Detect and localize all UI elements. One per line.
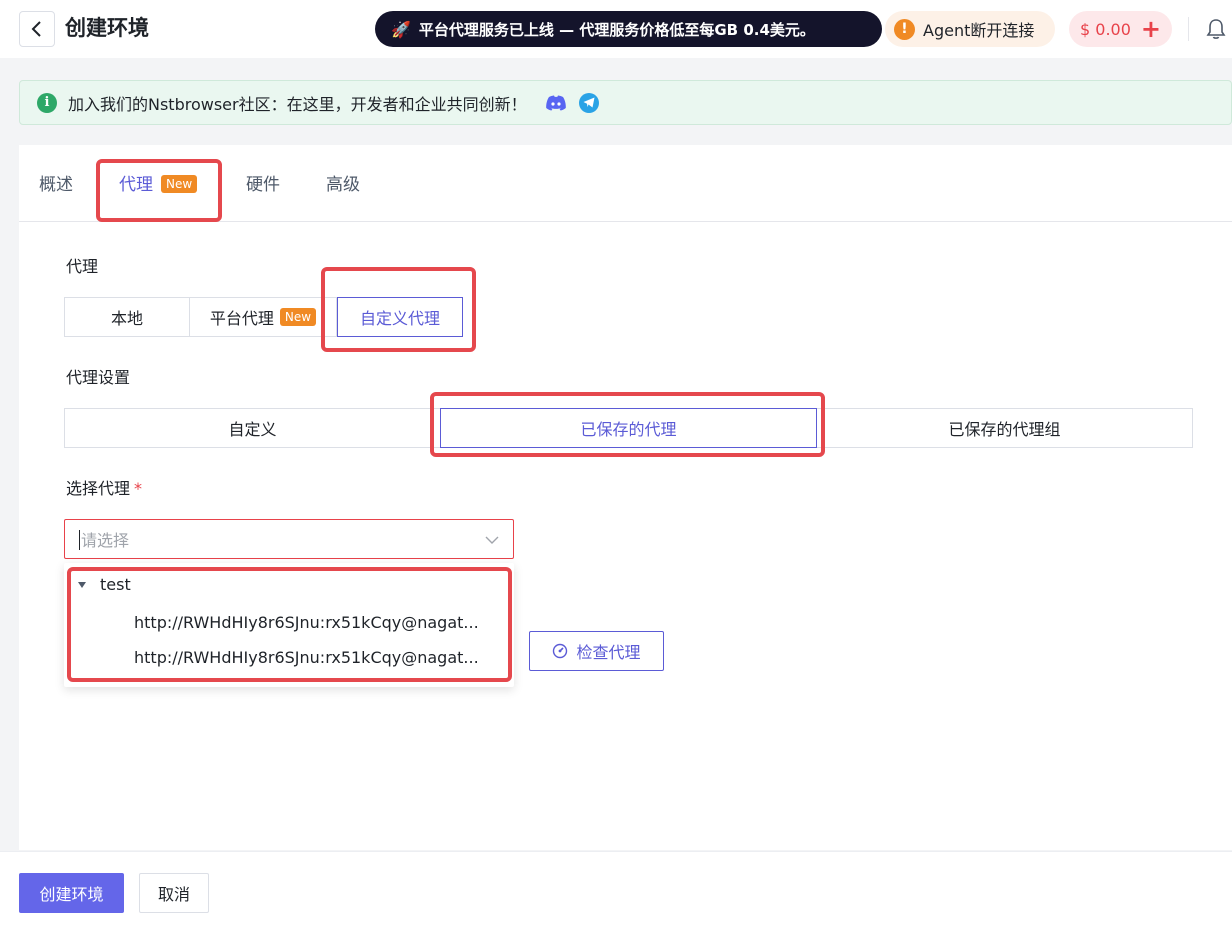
proxy-dropdown: test http://RWHdHIy8r6SJnu:rx51kCqy@naga… bbox=[64, 563, 514, 687]
balance-amount: $ 0.00 bbox=[1080, 19, 1131, 39]
warning-icon: ! bbox=[894, 18, 915, 40]
tree-group-test[interactable]: test bbox=[78, 575, 131, 594]
back-button[interactable] bbox=[19, 11, 55, 47]
proxy-type-platform[interactable]: 平台代理 New bbox=[189, 297, 337, 337]
agent-status-text: Agent断开连接 bbox=[923, 21, 1035, 40]
proxy-settings-label: 代理设置 bbox=[66, 368, 131, 387]
tree-group-label: test bbox=[100, 575, 131, 594]
tab-label: 高级 bbox=[326, 175, 360, 195]
tab-overview[interactable]: 概述 bbox=[39, 173, 73, 197]
promo-banner[interactable]: 🚀 平台代理服务已上线 — 代理服务价格低至每GB 0.4美元。 bbox=[375, 11, 882, 47]
telegram-icon[interactable] bbox=[578, 92, 599, 113]
setting-saved-proxy-group[interactable]: 已保存的代理组 bbox=[816, 408, 1193, 448]
top-header: 创建环境 🚀 平台代理服务已上线 — 代理服务价格低至每GB 0.4美元。 ! … bbox=[0, 0, 1232, 58]
paper-plane-icon bbox=[583, 97, 595, 108]
select-proxy-input[interactable]: 请选择 bbox=[64, 519, 514, 559]
option-label: 自定义 bbox=[228, 420, 277, 439]
check-proxy-label: 检查代理 bbox=[576, 643, 641, 662]
tab-bar: 概述 代理 New 硬件 高级 bbox=[19, 145, 1232, 222]
community-notice: i 加入我们的Nstbrowser社区：在这里，开发者和企业共同创新！ bbox=[19, 80, 1232, 125]
proxy-type-local[interactable]: 本地 bbox=[64, 297, 190, 337]
cancel-button[interactable]: 取消 bbox=[139, 873, 209, 913]
tab-proxy[interactable]: 代理 New bbox=[119, 173, 198, 197]
discord-icon[interactable] bbox=[545, 94, 567, 112]
option-label: 平台代理 bbox=[209, 309, 274, 328]
proxy-type-group: 本地 平台代理 New 自定义代理 bbox=[64, 297, 463, 337]
select-proxy-label-text: 选择代理 bbox=[66, 479, 131, 498]
proxy-section-label: 代理 bbox=[66, 257, 99, 276]
tab-label: 代理 bbox=[119, 175, 153, 195]
option-label: 本地 bbox=[110, 309, 143, 328]
tab-advanced[interactable]: 高级 bbox=[326, 173, 360, 197]
chevron-left-icon bbox=[31, 21, 41, 37]
option-label: 已保存的代理 bbox=[580, 420, 677, 439]
proxy-type-custom[interactable]: 自定义代理 bbox=[337, 297, 463, 337]
bell-icon[interactable] bbox=[1205, 18, 1227, 40]
required-mark: * bbox=[134, 479, 143, 498]
proxy-option[interactable]: http://RWHdHIy8r6SJnu:rx51kCqy@nagat... bbox=[134, 648, 504, 667]
header-divider bbox=[1188, 17, 1189, 41]
proxy-option[interactable]: http://RWHdHIy8r6SJnu:rx51kCqy@nagat... bbox=[134, 613, 504, 632]
proxy-settings-group: 自定义 已保存的代理 已保存的代理组 bbox=[64, 408, 1193, 448]
balance-badge[interactable]: $ 0.00 + bbox=[1069, 11, 1172, 47]
promo-text: 平台代理服务已上线 — 代理服务价格低至每GB 0.4美元。 bbox=[418, 20, 815, 39]
tab-label: 概述 bbox=[39, 175, 73, 195]
new-badge: New bbox=[161, 175, 198, 193]
caret-down-icon[interactable] bbox=[78, 581, 86, 588]
page-title: 创建环境 bbox=[65, 16, 149, 40]
footer-bar: 创建环境 取消 bbox=[0, 851, 1232, 930]
rocket-icon: 🚀 bbox=[391, 19, 411, 39]
notice-text: 加入我们的Nstbrowser社区：在这里，开发者和企业共同创新！ bbox=[68, 94, 527, 114]
text-caret bbox=[79, 530, 80, 550]
select-proxy-label: 选择代理 * bbox=[66, 478, 142, 500]
tab-label: 硬件 bbox=[246, 175, 280, 195]
option-label: 已保存的代理组 bbox=[948, 420, 1061, 439]
info-icon: i bbox=[37, 92, 57, 113]
check-proxy-button[interactable]: 检查代理 bbox=[529, 631, 664, 671]
create-environment-button[interactable]: 创建环境 bbox=[19, 873, 124, 913]
active-tab-indicator bbox=[119, 219, 153, 222]
add-balance-icon[interactable]: + bbox=[1141, 17, 1161, 41]
setting-saved-proxy[interactable]: 已保存的代理 bbox=[440, 408, 817, 448]
gauge-icon bbox=[553, 643, 568, 659]
chevron-down-icon bbox=[485, 536, 499, 544]
agent-status-badge[interactable]: ! Agent断开连接 bbox=[885, 11, 1055, 47]
select-placeholder: 请选择 bbox=[81, 531, 130, 550]
tab-hardware[interactable]: 硬件 bbox=[246, 173, 280, 197]
form-card: 概述 代理 New 硬件 高级 代理 本地 平台代理 New 自定义代理 代理设置 … bbox=[19, 145, 1232, 850]
new-badge: New bbox=[279, 308, 317, 326]
setting-custom[interactable]: 自定义 bbox=[64, 408, 441, 448]
option-label: 自定义代理 bbox=[359, 309, 440, 328]
